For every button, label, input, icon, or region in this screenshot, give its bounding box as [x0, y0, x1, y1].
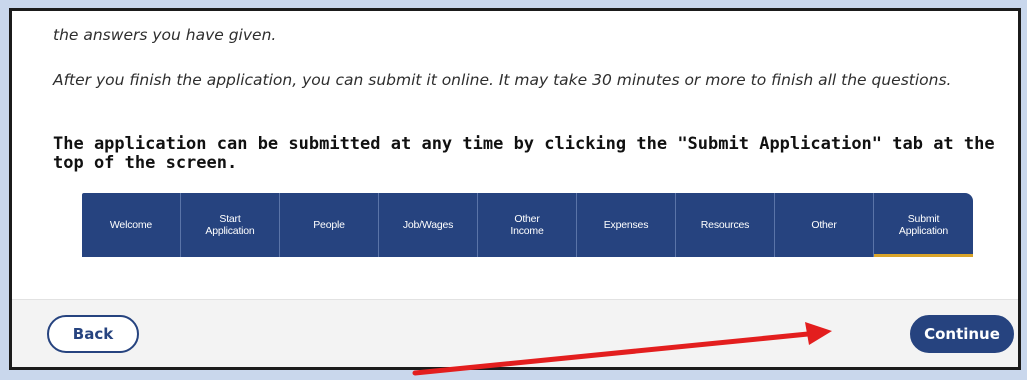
tab-other[interactable]: Other: [775, 193, 874, 257]
back-button[interactable]: Back: [47, 315, 139, 353]
tab-resources[interactable]: Resources: [676, 193, 775, 257]
tab-submit-application[interactable]: Submit Application: [874, 193, 973, 257]
tab-expenses[interactable]: Expenses: [577, 193, 676, 257]
intro-text-paragraph: After you finish the application, you ca…: [53, 71, 952, 89]
continue-button[interactable]: Continue: [910, 315, 1014, 353]
tab-people[interactable]: People: [280, 193, 379, 257]
content-area: the answers you have given. After you fi…: [12, 11, 1018, 299]
tab-start-application[interactable]: Start Application: [181, 193, 280, 257]
intro-text-line: the answers you have given.: [53, 26, 277, 44]
tab-job-wages[interactable]: Job/Wages: [379, 193, 478, 257]
tab-other-income[interactable]: Other Income: [478, 193, 577, 257]
application-tab-bar: Welcome Start Application People Job/Wag…: [82, 193, 973, 257]
submit-notice: The application can be submitted at any …: [53, 134, 995, 173]
footer-nav: Back Continue: [12, 299, 1018, 367]
tab-welcome[interactable]: Welcome: [82, 193, 181, 257]
application-frame: the answers you have given. After you fi…: [9, 8, 1021, 370]
